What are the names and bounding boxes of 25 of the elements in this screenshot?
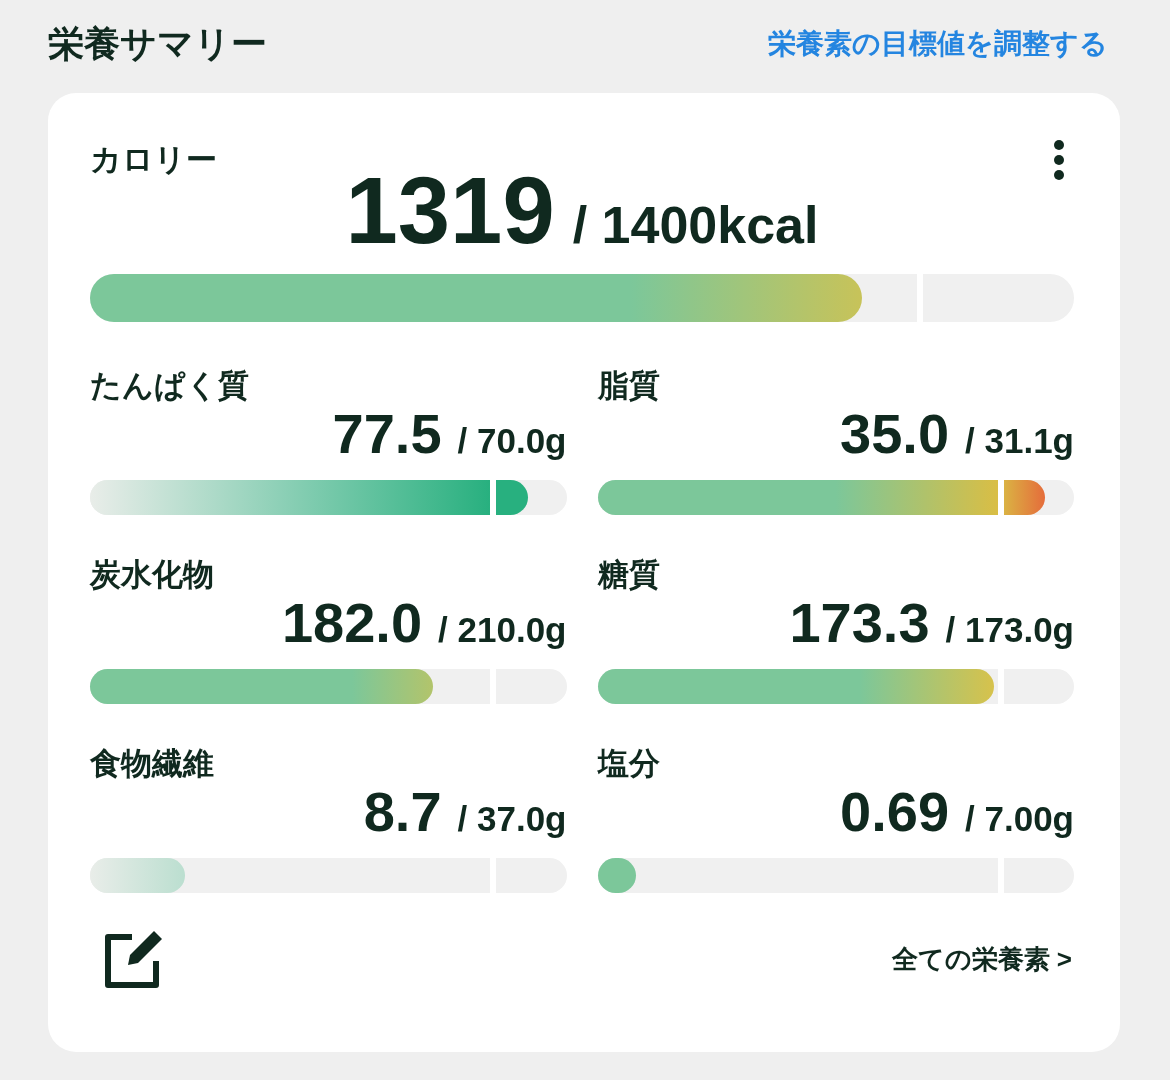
- nutrient-value: 173.3: [789, 594, 930, 651]
- nutrient-label: たんぱく質: [90, 366, 250, 405]
- nutrient-value: 0.69: [840, 783, 950, 840]
- nutrient-label: 塩分: [597, 744, 661, 783]
- nutrient-target: / 37.0g: [457, 800, 567, 836]
- nutrient-label: 脂質: [597, 366, 661, 405]
- nutrient-label: 糖質: [597, 555, 661, 594]
- nutrient-target: / 173.0g: [945, 611, 1074, 647]
- all-nutrients-link[interactable]: 全ての栄養素 >: [891, 940, 1072, 979]
- nutrient-target: / 70.0g: [457, 422, 567, 458]
- nutrient-label: カロリー: [90, 141, 217, 179]
- nutrient-label: 炭水化物: [90, 555, 215, 594]
- more-icon[interactable]: [1052, 139, 1066, 181]
- nutrient-target: / 210.0g: [438, 611, 567, 647]
- nutrient-value: 35.0: [840, 405, 950, 462]
- calorie-target: / 1400kcal: [572, 198, 819, 251]
- section-title: 栄養サマリー: [48, 22, 267, 66]
- nutrient-value: 77.5: [332, 405, 442, 462]
- nutrient-target: / 7.00g: [965, 800, 1074, 836]
- nutrient-label: 食物繊維: [90, 744, 215, 783]
- nutrient-value: 8.7: [363, 783, 442, 840]
- edit-icon[interactable]: [102, 928, 164, 991]
- nutrient-target: / 31.1g: [965, 422, 1074, 458]
- calorie-value: 1319: [345, 163, 555, 258]
- nutrient-value: 182.0: [281, 594, 423, 651]
